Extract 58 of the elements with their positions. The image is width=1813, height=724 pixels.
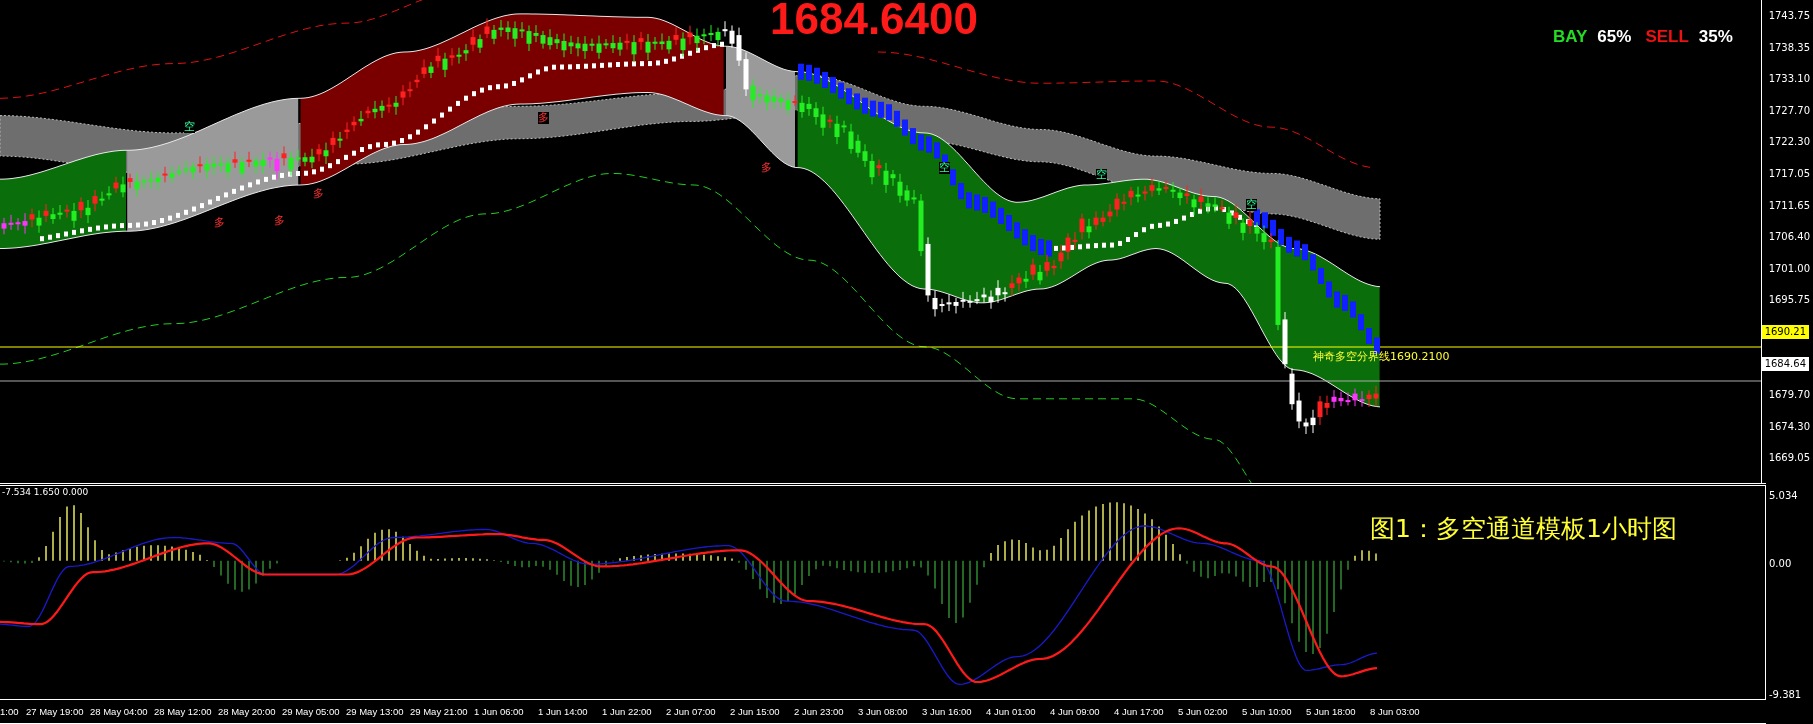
price-axis-label: 1733.10 [1767,72,1811,87]
indicator-axis-label: -9.381 [1769,688,1803,701]
time-axis-label: 28 May 04:00 [90,706,148,717]
time-axis-label: 2 Jun 07:00 [666,706,716,717]
time-axis-label: 5 Jun 02:00 [1178,706,1228,717]
time-axis-label: 29 May 05:00 [282,706,340,717]
time-axis-label: 5 Jun 18:00 [1306,706,1356,717]
price-axis-label: 1701.00 [1767,261,1811,276]
sentiment-percent: 35% [1698,27,1733,47]
time-axis-label: 4 Jun 17:00 [1114,706,1164,717]
chart-caption: 图1：多空通道模板1小时图 [1370,513,1677,545]
indicator-values: -7.534 1.650 0.000 [2,487,89,497]
boundary-line-label: 神奇多空分界线1690.2100 [1313,349,1450,364]
price-axis-label: 1727.70 [1767,103,1811,118]
time-axis-label: 1 Jun 22:00 [602,706,652,717]
signal-mark: 空 [183,121,195,134]
price-axis-label: 1695.75 [1767,293,1811,308]
price-axis-label: 1711.65 [1767,198,1811,213]
price-tag: 1690.21 [1761,324,1809,339]
price-axis-label: 1669.05 [1767,451,1811,466]
price-axis-label: 1738.35 [1767,40,1811,55]
time-axis-label: 2 Jun 23:00 [794,706,844,717]
time-axis-label: 29 May 13:00 [346,706,404,717]
time-axis-label: 8 Jun 03:00 [1370,706,1420,717]
price-axis-label: 1674.30 [1767,419,1811,434]
time-axis-label: 4 Jun 09:00 [1050,706,1100,717]
sentiment-label: SELL [1645,27,1689,47]
signal-mark: 多 [273,215,285,227]
time-axis-label: 4 Jun 01:00 [986,706,1036,717]
signal-mark: 空 [1095,168,1107,181]
price-axis-label: 1717.05 [1767,166,1811,181]
sentiment-label: BAY [1553,27,1588,47]
price-axis-label: 1706.40 [1767,230,1811,245]
price-axis-label: 1743.75 [1767,9,1811,23]
current-price: 1684.6400 [770,0,978,44]
time-axis-label: 1 Jun 06:00 [474,706,524,717]
time-axis-label: 27 May 19:00 [26,706,84,717]
indicator-axis-label: 5.034 [1769,489,1799,502]
signal-mark: 多 [760,161,772,174]
signal-mark: 多 [213,217,225,230]
signal-mark: 多 [537,112,549,125]
time-axis-label: 1 Jun 14:00 [538,706,588,717]
time-axis-label: 29 May 21:00 [410,706,468,717]
time-axis-label: 3 Jun 16:00 [922,706,972,717]
sentiment-percent: 65% [1597,27,1632,47]
price-tag: 1684.64 [1761,356,1809,371]
time-axis-label: 1:00 [0,706,19,717]
price-axis-label: 1722.30 [1767,135,1811,150]
time-axis-label: 2 Jun 15:00 [730,706,780,717]
indicator-axis-label: 0.00 [1769,557,1793,570]
time-axis-label: 28 May 12:00 [154,706,212,717]
signal-mark: 多 [313,188,325,201]
signal-mark: 空 [938,161,950,174]
signal-mark: 空 [1246,198,1258,211]
time-axis-label: 28 May 20:00 [218,706,276,717]
time-axis-label: 5 Jun 10:00 [1242,706,1292,717]
time-axis-label: 3 Jun 08:00 [858,706,908,717]
price-axis-label: 1679.70 [1767,388,1811,403]
